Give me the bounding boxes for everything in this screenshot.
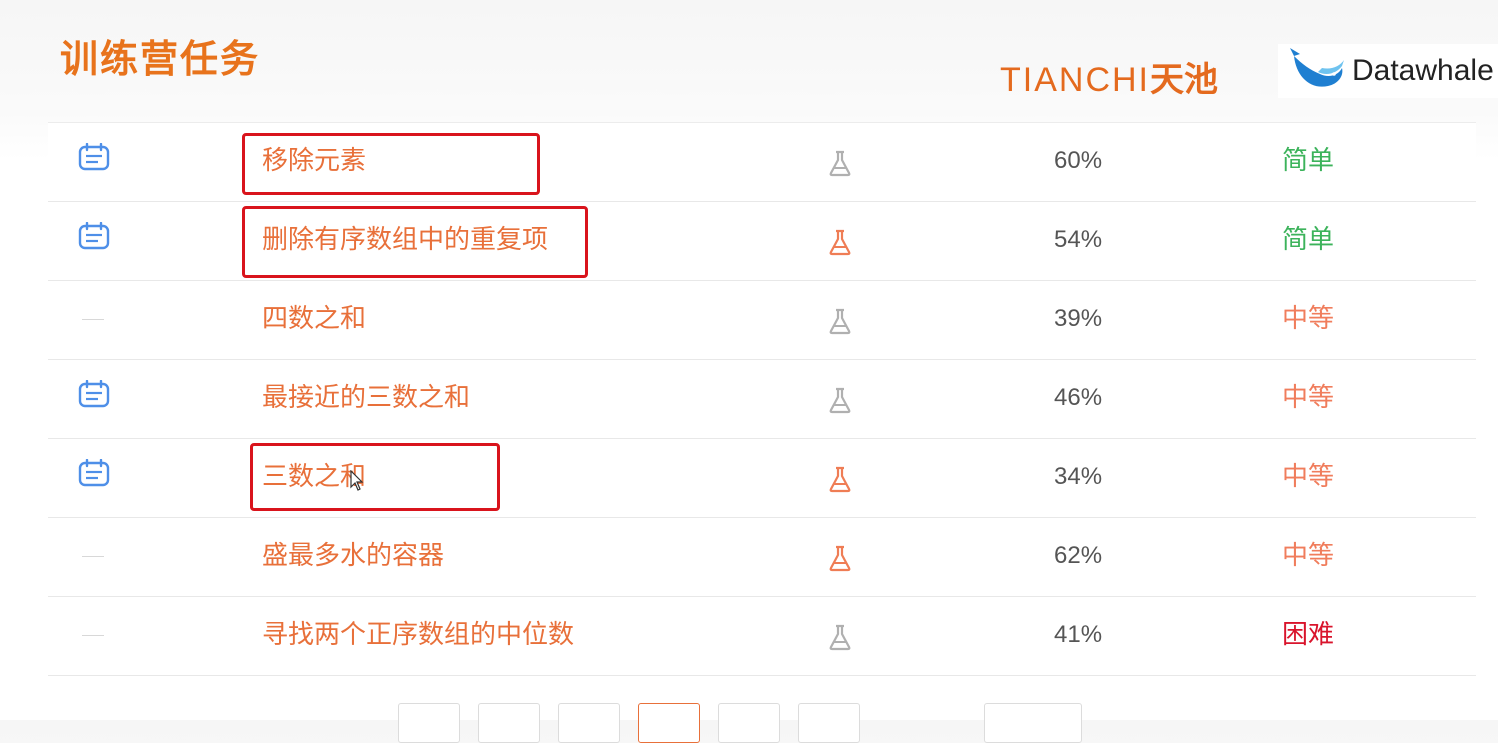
difficulty-label: 困难 bbox=[1282, 620, 1335, 650]
table-row: 删除有序数组中的重复项 54% 简单 bbox=[48, 202, 1476, 281]
status-cell bbox=[78, 360, 114, 438]
page-button[interactable] bbox=[478, 703, 540, 743]
highlight-box bbox=[242, 206, 588, 278]
status-cell bbox=[78, 518, 114, 596]
table-row: 盛最多水的容器 62% 中等 bbox=[48, 518, 1476, 597]
difficulty-label: 中等 bbox=[1282, 383, 1335, 413]
problem-title-link[interactable]: 寻找两个正序数组的中位数 bbox=[262, 617, 574, 653]
problem-title-link[interactable]: 四数之和 bbox=[262, 301, 366, 337]
table-row: 移除元素 60% 简单 bbox=[48, 122, 1476, 202]
pass-rate: 62% bbox=[1054, 542, 1103, 569]
whale-icon bbox=[1290, 48, 1344, 87]
page-button[interactable] bbox=[398, 703, 460, 743]
pass-rate: 60% bbox=[1054, 147, 1103, 174]
status-cell bbox=[78, 202, 114, 280]
page-button[interactable] bbox=[718, 703, 780, 743]
pass-rate: 54% bbox=[1054, 226, 1103, 253]
status-cell bbox=[78, 123, 114, 201]
flask-icon[interactable] bbox=[828, 544, 852, 576]
difficulty-label: 中等 bbox=[1282, 304, 1335, 334]
empty-status-dash bbox=[82, 556, 104, 557]
highlight-box bbox=[250, 443, 500, 511]
tianchi-logo: TIANCHI天池 bbox=[1000, 52, 1218, 101]
status-cell bbox=[78, 597, 114, 675]
page-button[interactable] bbox=[798, 703, 860, 743]
status-cell bbox=[78, 439, 114, 517]
flask-icon[interactable] bbox=[828, 307, 852, 339]
table-row: 最接近的三数之和 46% 中等 bbox=[48, 360, 1476, 439]
flask-icon[interactable] bbox=[828, 386, 852, 418]
tianchi-logo-latin: TIANCHI bbox=[1000, 61, 1150, 99]
highlight-box bbox=[242, 133, 540, 195]
datawhale-text: Datawhale bbox=[1352, 54, 1494, 87]
note-icon[interactable] bbox=[78, 379, 110, 412]
problem-table: 移除元素 60% 简单 删除有序数组中的重复项 54% 简单 四数之和 39% 中等 最接近的三数… bbox=[48, 122, 1476, 676]
empty-status-dash bbox=[82, 635, 104, 636]
problem-title-link[interactable]: 最接近的三数之和 bbox=[262, 380, 470, 416]
page-button[interactable] bbox=[984, 703, 1082, 743]
flask-icon[interactable] bbox=[828, 149, 852, 181]
page-button[interactable] bbox=[558, 703, 620, 743]
difficulty-label: 简单 bbox=[1282, 146, 1335, 176]
pass-rate: 39% bbox=[1054, 305, 1103, 332]
empty-status-dash bbox=[82, 319, 104, 320]
tianchi-logo-cn: 天池 bbox=[1150, 60, 1218, 100]
pass-rate: 41% bbox=[1054, 621, 1103, 648]
note-icon[interactable] bbox=[78, 221, 110, 254]
page-title: 训练营任务 bbox=[60, 37, 261, 81]
flask-icon[interactable] bbox=[828, 623, 852, 655]
problem-title-link[interactable]: 盛最多水的容器 bbox=[262, 538, 444, 574]
flask-icon[interactable] bbox=[828, 228, 852, 260]
flask-icon[interactable] bbox=[828, 465, 852, 497]
note-icon[interactable] bbox=[78, 142, 110, 175]
difficulty-label: 中等 bbox=[1282, 462, 1335, 492]
status-cell bbox=[78, 281, 114, 359]
note-icon[interactable] bbox=[78, 458, 110, 491]
difficulty-label: 简单 bbox=[1282, 225, 1335, 255]
difficulty-label: 中等 bbox=[1282, 541, 1335, 571]
page-button[interactable] bbox=[638, 703, 700, 743]
pass-rate: 34% bbox=[1054, 463, 1103, 490]
mouse-cursor-icon bbox=[350, 470, 364, 491]
datawhale-logo: Datawhale bbox=[1278, 44, 1498, 98]
pass-rate: 46% bbox=[1054, 384, 1103, 411]
table-row: 寻找两个正序数组的中位数 41% 困难 bbox=[48, 597, 1476, 676]
table-row: 四数之和 39% 中等 bbox=[48, 281, 1476, 360]
table-row: 三数之和 34% 中等 bbox=[48, 439, 1476, 518]
